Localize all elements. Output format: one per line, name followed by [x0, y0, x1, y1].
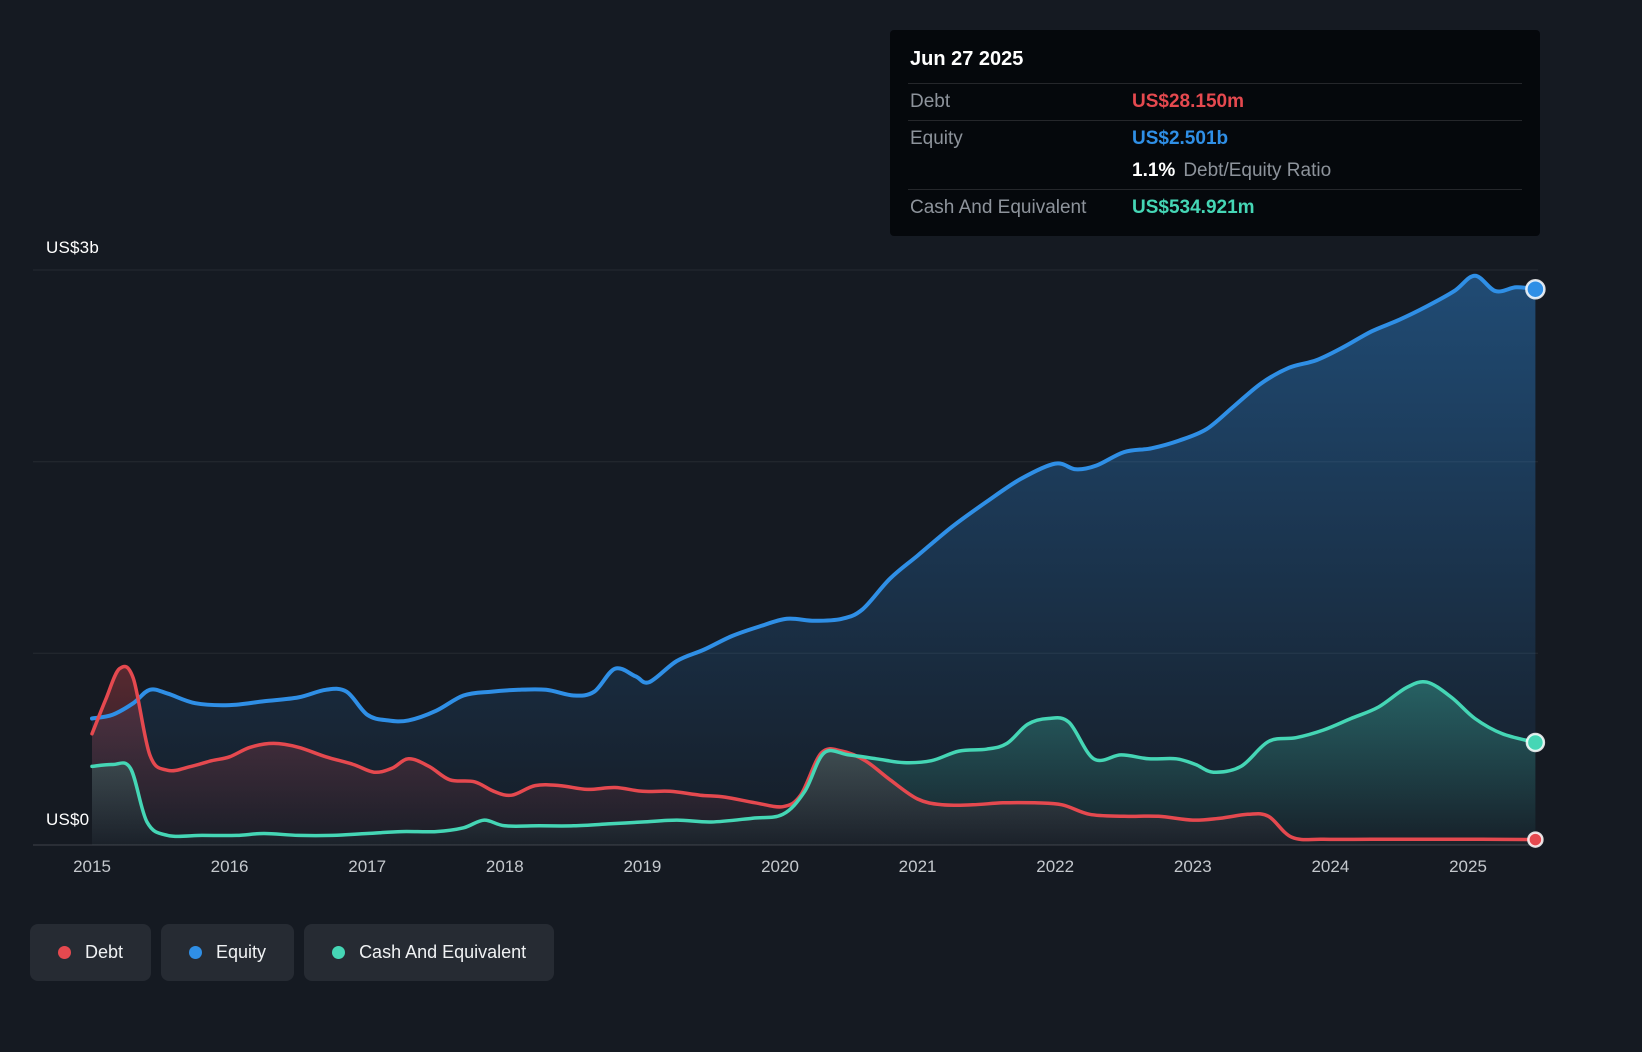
tooltip-ratio-value: 1.1% — [1132, 160, 1176, 181]
cash-end-marker[interactable] — [1525, 732, 1546, 753]
legend-item-cash[interactable]: Cash And Equivalent — [304, 924, 555, 981]
tooltip-debt-label: Debt — [910, 91, 951, 112]
legend-debt-label: Debt — [85, 942, 124, 962]
tooltip-cash-row: Cash And Equivalent US$534.921m — [908, 189, 1522, 226]
legend-equity-label: Equity — [216, 942, 267, 962]
x-axis-label-2019: 2019 — [623, 857, 662, 876]
x-axis-label-2024: 2024 — [1311, 857, 1350, 876]
legend-item-equity[interactable]: Equity — [161, 924, 295, 981]
equity-legend-dot-icon — [189, 946, 203, 959]
tooltip-ratio-label: Debt/Equity Ratio — [1183, 160, 1332, 181]
debt-end-marker[interactable] — [1527, 831, 1544, 848]
y-axis-label-bottom: US$0 — [46, 810, 90, 829]
legend-item-debt[interactable]: Debt — [30, 924, 152, 981]
x-axis-label-2021: 2021 — [898, 857, 937, 876]
x-axis-label-2016: 2016 — [210, 857, 249, 876]
legend-cash-label: Cash And Equivalent — [359, 942, 527, 962]
x-axis-label-2017: 2017 — [348, 857, 387, 876]
tooltip-debt-value: US$28.150m — [1132, 91, 1244, 112]
equity-end-marker[interactable] — [1525, 278, 1546, 300]
x-axis-label-2020: 2020 — [761, 857, 799, 876]
tooltip-equity-row: Equity US$2.501b — [908, 120, 1522, 157]
x-axis-label-2025: 2025 — [1449, 857, 1487, 876]
legend: Debt Equity Cash And Equivalent — [30, 924, 555, 981]
tooltip-ratio-row: 1.1% Debt/Equity Ratio — [908, 157, 1522, 189]
tooltip-equity-value: US$2.501b — [1132, 128, 1229, 149]
tooltip: Jun 27 2025 Debt US$28.150m Equity US$2.… — [890, 30, 1540, 236]
y-axis-label-top: US$3b — [46, 238, 99, 257]
tooltip-equity-label: Equity — [910, 128, 963, 149]
x-axis-label-2015: 2015 — [73, 857, 111, 876]
tooltip-debt-row: Debt US$28.150m — [908, 83, 1522, 120]
x-axis-label-2023: 2023 — [1173, 857, 1212, 876]
debt-legend-dot-icon — [58, 946, 71, 959]
tooltip-cash-label: Cash And Equivalent — [910, 197, 1087, 218]
debt-equity-history-chart: US$3b US$0 2015 2016 2017 2018 2019 2020 2021 2… — [0, 0, 1642, 1052]
x-axis-label-2018: 2018 — [485, 857, 524, 876]
cash-legend-dot-icon — [332, 946, 346, 959]
tooltip-date: Jun 27 2025 — [910, 48, 1024, 70]
x-axis-label-2022: 2022 — [1036, 857, 1075, 876]
tooltip-cash-value: US$534.921m — [1132, 197, 1255, 218]
